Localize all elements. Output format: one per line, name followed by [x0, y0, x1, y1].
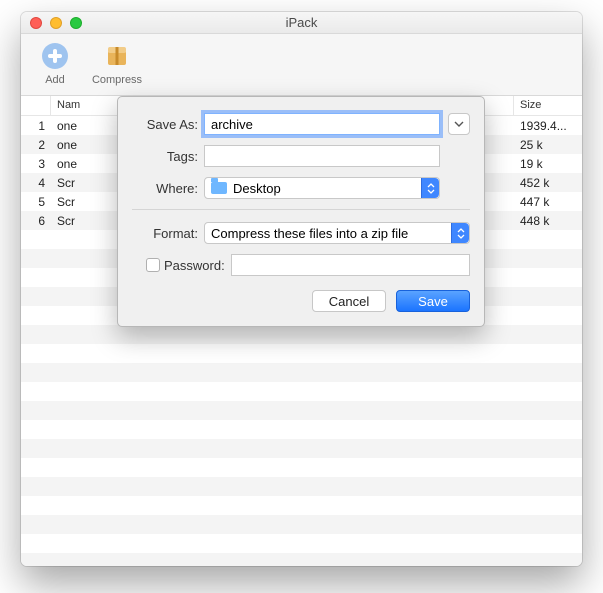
select-arrows-icon — [421, 178, 439, 198]
expand-dialog-button[interactable] — [448, 113, 470, 135]
save-button[interactable]: Save — [396, 290, 470, 312]
password-label: Password: — [164, 258, 231, 273]
toolbar: Add Compress — [21, 34, 582, 96]
tags-label: Tags: — [132, 149, 204, 164]
col-size-header[interactable]: Size — [514, 96, 582, 115]
save-as-input[interactable] — [204, 113, 440, 135]
where-select[interactable]: Desktop — [204, 177, 440, 199]
where-value: Desktop — [233, 181, 281, 196]
col-number-header[interactable] — [21, 96, 51, 115]
password-checkbox[interactable] — [146, 258, 160, 272]
folder-icon — [211, 182, 227, 194]
format-value: Compress these files into a zip file — [211, 226, 408, 241]
add-button[interactable]: Add — [31, 40, 79, 86]
save-as-label: Save As: — [132, 117, 204, 132]
add-icon — [39, 40, 71, 72]
select-arrows-icon — [451, 223, 469, 243]
titlebar: iPack — [21, 12, 582, 34]
chevron-down-icon — [454, 120, 464, 128]
where-label: Where: — [132, 181, 204, 196]
compress-icon — [101, 40, 133, 72]
app-window: iPack Add Compress Nam Size 1one1939.4..… — [21, 12, 582, 566]
cancel-button[interactable]: Cancel — [312, 290, 386, 312]
add-label: Add — [45, 74, 65, 86]
separator — [132, 209, 470, 210]
compress-label: Compress — [92, 74, 142, 86]
save-dialog: Save As: Tags: Where: Desktop Format: — [117, 96, 485, 327]
format-label: Format: — [132, 226, 204, 241]
window-title: iPack — [21, 15, 582, 30]
tags-input[interactable] — [204, 145, 440, 167]
password-input[interactable] — [231, 254, 470, 276]
format-select[interactable]: Compress these files into a zip file — [204, 222, 470, 244]
compress-button[interactable]: Compress — [93, 40, 141, 86]
